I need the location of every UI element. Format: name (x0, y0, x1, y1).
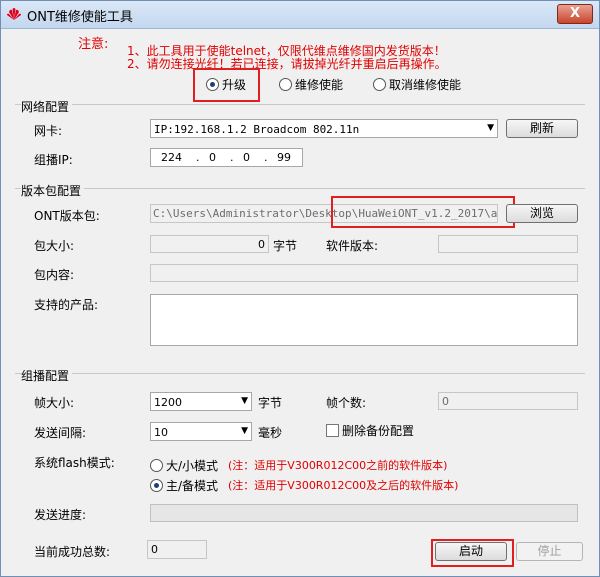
radio-upgrade[interactable] (206, 78, 219, 91)
ont-package-label: ONT版本包: (34, 209, 100, 223)
refresh-button[interactable]: 刷新 (506, 119, 578, 138)
package-group-title: 版本包配置 (21, 182, 85, 199)
send-interval-label: 发送间隔: (34, 426, 87, 440)
package-group-line (15, 188, 585, 189)
multicast-ip-input[interactable]: 224 . 0 . 0 . 99 (150, 148, 303, 167)
huawei-logo-icon (7, 8, 21, 20)
ont-package-path-part1: C:\Users\Administrator\Desktop\ (153, 207, 359, 220)
network-group-title: 网络配置 (21, 98, 73, 115)
send-interval-unit: 毫秒 (258, 426, 283, 440)
radio-flash-big-small-label: 大/小模式 (166, 459, 219, 473)
send-interval-dropdown[interactable]: 10 ▼ (150, 422, 252, 441)
close-button[interactable]: X (557, 4, 593, 24)
ip-octet-3: 0 (243, 151, 250, 164)
frame-size-label: 帧大小: (34, 396, 75, 410)
supported-products-list[interactable] (150, 294, 578, 346)
package-size-unit: 字节 (273, 239, 298, 253)
chevron-down-icon: ▼ (241, 426, 248, 436)
radio-flash-main-backup-label: 主/备模式 (166, 479, 219, 493)
chevron-down-icon: ▼ (241, 396, 248, 406)
radio-repair-enable[interactable] (279, 78, 292, 91)
package-path-highlight-box (331, 196, 515, 228)
nic-value: IP:192.168.1.2 Broadcom 802.11n (154, 123, 360, 136)
browse-button[interactable]: 浏览 (506, 204, 578, 223)
ip-octet-2: 0 (209, 151, 216, 164)
supported-products-label: 支持的产品: (34, 298, 99, 312)
radio-flash-main-backup[interactable] (150, 479, 163, 492)
package-size-label: 包大小: (34, 239, 75, 253)
window-title: ONT维修使能工具 (27, 10, 133, 25)
multicast-group-title: 组播配置 (21, 367, 73, 384)
nic-label: 网卡: (34, 124, 63, 138)
package-content-label: 包内容: (34, 268, 75, 282)
ip-octet-1: 224 (161, 151, 182, 164)
app-window: ONT维修使能工具 X 注意: 1、此工具用于使能telnet，仅限代维点维修国… (0, 0, 600, 577)
delete-backup-checkbox[interactable] (326, 424, 339, 437)
frame-size-value: 1200 (154, 396, 182, 409)
radio-cancel-repair-label: 取消维修使能 (389, 78, 462, 92)
frame-size-dropdown[interactable]: 1200 ▼ (150, 392, 252, 411)
package-content-value (150, 264, 578, 282)
notice-label: 注意: (78, 37, 109, 52)
delete-backup-label: 删除备份配置 (342, 424, 415, 438)
package-size-value: 0 (150, 235, 269, 253)
flash-main-backup-note: (注：适用于V300R012C00及之后的软件版本) (228, 479, 459, 492)
frame-count-value: 0 (438, 392, 578, 410)
frame-size-unit: 字节 (258, 396, 283, 410)
software-version-label: 软件版本: (326, 239, 379, 253)
ip-octet-4: 99 (277, 151, 291, 164)
radio-flash-big-small[interactable] (150, 459, 163, 472)
radio-upgrade-label: 升级 (222, 78, 247, 92)
success-total-label: 当前成功总数: (34, 545, 111, 559)
radio-repair-enable-label: 维修使能 (295, 78, 344, 92)
radio-cancel-repair[interactable] (373, 78, 386, 91)
network-group-line (15, 104, 585, 105)
success-total-value: 0 (147, 540, 207, 559)
flash-mode-label: 系统flash模式: (34, 456, 115, 470)
send-progress-bar (150, 504, 578, 522)
notice-line-2: 2、请勿连接光纤！若已连接，请拔掉光纤并重启后再操作。 (127, 57, 447, 71)
send-interval-value: 10 (154, 426, 168, 439)
multicast-ip-label: 组播IP: (34, 153, 73, 167)
stop-button[interactable]: 停止 (516, 542, 583, 561)
flash-big-small-note: (注：适用于V300R012C00之前的软件版本) (228, 459, 448, 472)
send-progress-label: 发送进度: (34, 508, 87, 522)
start-button[interactable]: 启动 (435, 542, 507, 561)
nic-dropdown[interactable]: IP:192.168.1.2 Broadcom 802.11n ▼ (150, 119, 498, 138)
frame-count-label: 帧个数: (326, 396, 367, 410)
software-version-value (438, 235, 578, 253)
title-bar: ONT维修使能工具 X (1, 1, 599, 29)
multicast-group-line (15, 373, 585, 374)
chevron-down-icon: ▼ (487, 123, 494, 133)
